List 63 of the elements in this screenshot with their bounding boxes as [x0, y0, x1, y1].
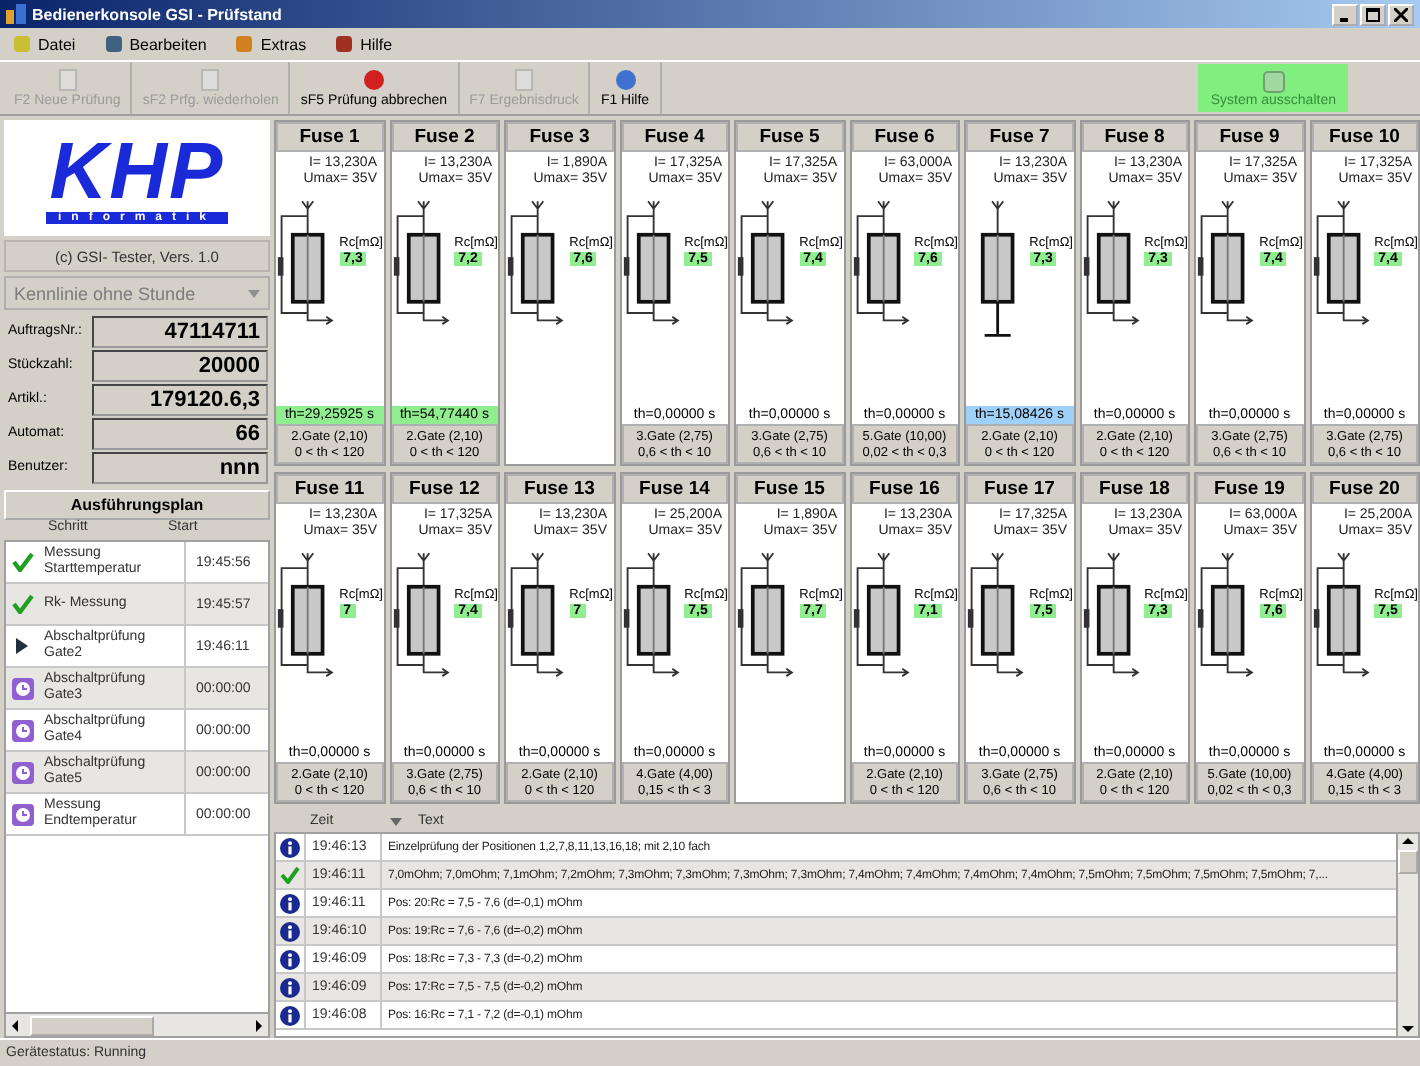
scroll-thumb[interactable] [1398, 850, 1418, 874]
clock-icon [11, 719, 33, 741]
stop-icon [361, 68, 386, 92]
menu-item[interactable]: Datei [12, 34, 76, 54]
fuse-title: Fuse 1 [276, 122, 383, 152]
fuse-title: Fuse 20 [1311, 474, 1418, 504]
fuse-title: Fuse 17 [966, 474, 1073, 504]
menu-icon [334, 34, 355, 54]
menu-icon [234, 34, 255, 54]
fuse-title: Fuse 15 [736, 474, 843, 504]
scroll-up-icon[interactable] [1400, 834, 1416, 850]
maximize-button[interactable] [1360, 3, 1386, 25]
scrollbar[interactable] [1396, 834, 1418, 1036]
fuse-title: Fuse 4 [621, 122, 728, 152]
play-icon [16, 638, 28, 654]
document-icon [198, 68, 223, 92]
fuse-title: Fuse 9 [1196, 122, 1303, 152]
document-icon [512, 68, 536, 92]
fuse-title: Fuse 2 [391, 122, 498, 152]
fuse-title: Fuse 19 [1196, 474, 1303, 504]
fuse-title: Fuse 5 [736, 122, 843, 152]
scroll-down-icon[interactable] [1400, 1020, 1416, 1036]
plan-header: Ausführungsplan [4, 490, 270, 520]
help-icon [613, 68, 637, 92]
fuse-title: Fuse 18 [1081, 474, 1188, 504]
menu-icon [103, 34, 124, 54]
fuse-title: Fuse 13 [506, 474, 613, 504]
window-title: Bedienerkonsole GSI - Prüfstand [32, 5, 282, 23]
input-field[interactable]: 47114711 [92, 315, 268, 347]
fuse-title: Fuse 6 [851, 122, 958, 152]
fuse-title: Fuse 10 [1311, 122, 1418, 152]
fuse-title: Fuse 11 [276, 474, 383, 504]
clock-icon [11, 761, 33, 783]
maximize-icon [1366, 7, 1380, 21]
fuse-title: Fuse 7 [966, 122, 1073, 152]
menu-icon [12, 34, 32, 54]
fuse-title: Fuse 14 [621, 474, 728, 504]
menu-item[interactable]: Bearbeiten [103, 34, 207, 54]
close-button[interactable] [1388, 3, 1414, 25]
document-icon [55, 68, 80, 92]
input-field[interactable]: 66 [92, 417, 268, 449]
check-icon [11, 552, 33, 572]
fuse-title: Fuse 8 [1081, 122, 1188, 152]
input-field[interactable]: 179120.6,3 [92, 383, 268, 415]
input-field[interactable]: 20000 [92, 349, 268, 381]
menu-item[interactable]: Extras [234, 34, 307, 54]
input-field[interactable]: nnn [92, 451, 268, 483]
sort-icon [390, 817, 402, 825]
logo: KHP [49, 132, 225, 212]
fuse-title: Fuse 3 [506, 122, 613, 152]
close-icon [1394, 7, 1408, 21]
fuse-title: Fuse 12 [391, 474, 498, 504]
scrollbar[interactable] [4, 1014, 270, 1038]
clock-icon [11, 677, 33, 699]
caret-icon [248, 289, 260, 297]
menu-item[interactable]: Hilfe [334, 34, 393, 54]
minimize-button[interactable] [1332, 3, 1358, 25]
check-icon [11, 594, 33, 614]
power-icon [1261, 69, 1286, 93]
scroll-thumb[interactable] [30, 1015, 154, 1035]
fuse-title: Fuse 16 [851, 474, 958, 504]
app-icon [6, 4, 26, 24]
clock-icon [11, 803, 33, 825]
